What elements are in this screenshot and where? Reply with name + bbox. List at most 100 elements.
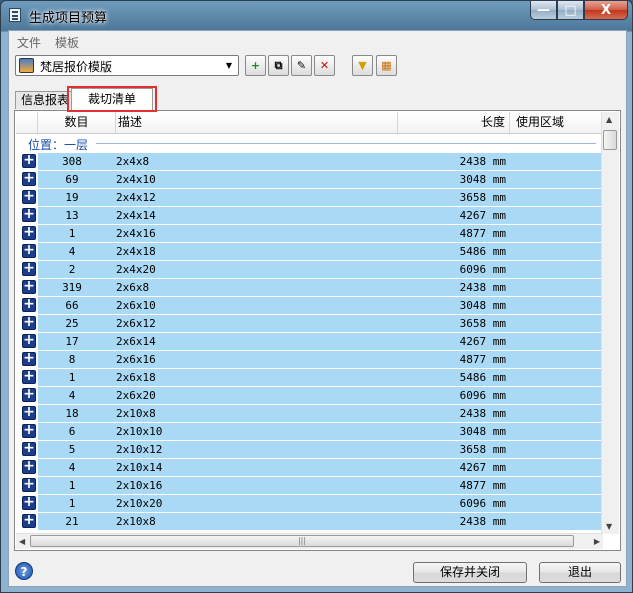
vertical-scrollbar[interactable]: ▲ ▼: [601, 112, 619, 534]
expand-plus-icon[interactable]: +: [22, 261, 36, 276]
row-length: 3658 mm: [459, 191, 506, 204]
row-length: 3658 mm: [459, 317, 506, 330]
expand-plus-icon[interactable]: +: [22, 369, 36, 384]
delete-template-button[interactable]: ✕: [314, 55, 335, 76]
row-length: 3048 mm: [459, 173, 506, 186]
expand-plus-icon[interactable]: +: [22, 279, 36, 294]
window-controls: — □ X: [530, 1, 628, 21]
expand-plus-icon[interactable]: +: [22, 513, 36, 528]
table-row[interactable]: +1 2x10x16 4877 mm: [16, 477, 604, 494]
row-length: 2438 mm: [459, 407, 506, 420]
row-length: 4877 mm: [459, 227, 506, 240]
table-row[interactable]: +25 2x6x12 3658 mm: [16, 315, 604, 332]
save-and-close-button[interactable]: 保存并关闭: [413, 562, 527, 583]
table-row[interactable]: +319 2x6x8 2438 mm: [16, 279, 604, 296]
table-row[interactable]: +1 2x4x16 4877 mm: [16, 225, 604, 242]
horizontal-scrollbar[interactable]: ◀ ||| ▶: [16, 533, 603, 549]
edit-template-button[interactable]: ✎: [291, 55, 312, 76]
expand-plus-icon[interactable]: +: [22, 189, 36, 204]
row-description: 2x4x18: [116, 245, 156, 258]
chevron-down-icon[interactable]: ▼: [222, 58, 236, 73]
expand-plus-icon[interactable]: +: [22, 243, 36, 258]
expand-plus-icon[interactable]: +: [22, 153, 36, 168]
scroll-down-icon[interactable]: ▼: [606, 522, 612, 531]
expand-plus-icon[interactable]: +: [22, 315, 36, 330]
copy-template-button[interactable]: ⧉: [268, 55, 289, 76]
cut-list-grid: 数目 描述 长度 使用区域 位置：一层 +308 2x4x8 2438 mm +69 2…: [16, 112, 604, 536]
table-row[interactable]: +17 2x6x14 4267 mm: [16, 333, 604, 350]
maximize-button[interactable]: □: [557, 1, 584, 20]
tab-info-report[interactable]: 信息报表: [15, 91, 75, 109]
table-row[interactable]: +18 2x10x8 2438 mm: [16, 405, 604, 422]
row-count: 2: [68, 263, 76, 276]
expand-plus-icon[interactable]: +: [22, 333, 36, 348]
expand-plus-icon[interactable]: +: [22, 297, 36, 312]
row-length: 2438 mm: [459, 281, 506, 294]
menu-template[interactable]: 模板: [55, 34, 79, 51]
expand-plus-icon[interactable]: +: [22, 405, 36, 420]
table-row[interactable]: +19 2x4x12 3658 mm: [16, 189, 604, 206]
table-row[interactable]: +6 2x10x10 3048 mm: [16, 423, 604, 440]
expand-plus-icon[interactable]: +: [22, 351, 36, 366]
table-row[interactable]: +13 2x4x14 4267 mm: [16, 207, 604, 224]
row-count: 1: [68, 227, 76, 240]
scroll-left-icon[interactable]: ◀: [19, 537, 25, 546]
scroll-up-icon[interactable]: ▲: [606, 115, 612, 124]
horizontal-scroll-thumb[interactable]: |||: [30, 535, 574, 547]
table-row[interactable]: +4 2x10x14 4267 mm: [16, 459, 604, 476]
table-row[interactable]: +66 2x6x10 3048 mm: [16, 297, 604, 314]
vertical-scroll-thumb[interactable]: [603, 130, 617, 150]
title-bar[interactable]: 生成项目预算 — □ X: [1, 1, 632, 29]
row-length: 4267 mm: [459, 209, 506, 222]
table-row[interactable]: +69 2x4x10 3048 mm: [16, 171, 604, 188]
help-icon[interactable]: ?: [15, 562, 33, 580]
table-row[interactable]: +4 2x4x18 5486 mm: [16, 243, 604, 260]
expand-plus-icon[interactable]: +: [22, 171, 36, 186]
layers-icon: ▦: [381, 59, 392, 72]
row-description: 2x4x14: [116, 209, 156, 222]
table-row[interactable]: +8 2x6x16 4877 mm: [16, 351, 604, 368]
scroll-right-icon[interactable]: ▶: [594, 537, 600, 546]
row-description: 2x6x12: [116, 317, 156, 330]
row-length: 3048 mm: [459, 425, 506, 438]
row-description: 2x4x10: [116, 173, 156, 186]
copy-icon: ⧉: [274, 58, 283, 72]
layers-button[interactable]: ▦: [376, 55, 397, 76]
table-row[interactable]: +5 2x10x12 3658 mm: [16, 441, 604, 458]
row-description: 2x10x8: [116, 515, 156, 528]
row-description: 2x6x20: [116, 389, 156, 402]
expand-plus-icon[interactable]: +: [22, 441, 36, 456]
row-count: 13: [65, 209, 79, 222]
filter-button[interactable]: ▼: [352, 55, 373, 76]
table-row[interactable]: +1 2x6x18 5486 mm: [16, 369, 604, 386]
add-template-button[interactable]: +: [245, 55, 266, 76]
close-button[interactable]: X: [584, 1, 628, 20]
expand-plus-icon[interactable]: +: [22, 459, 36, 474]
header-usage-area[interactable]: 使用区域: [510, 112, 604, 133]
table-row[interactable]: +2 2x4x20 6096 mm: [16, 261, 604, 278]
expand-plus-icon[interactable]: +: [22, 387, 36, 402]
table-row[interactable]: +308 2x4x8 2438 mm: [16, 153, 604, 170]
header-length[interactable]: 长度: [398, 112, 510, 133]
expand-plus-icon[interactable]: +: [22, 477, 36, 492]
table-row[interactable]: +1 2x10x20 6096 mm: [16, 495, 604, 512]
expand-plus-icon[interactable]: +: [22, 423, 36, 438]
row-description: 2x4x8: [116, 155, 150, 168]
row-description: 2x10x16: [116, 479, 163, 492]
row-length: 6096 mm: [459, 263, 506, 276]
expand-plus-icon[interactable]: +: [22, 207, 36, 222]
row-length: 2438 mm: [459, 515, 506, 528]
exit-button[interactable]: 退出: [539, 562, 621, 583]
expand-plus-icon[interactable]: +: [22, 225, 36, 240]
header-description[interactable]: 描述: [116, 112, 398, 133]
expand-plus-icon[interactable]: +: [22, 495, 36, 510]
header-count[interactable]: 数目: [38, 112, 116, 133]
menu-file[interactable]: 文件: [17, 34, 41, 51]
filter-icon: ▼: [358, 59, 367, 72]
table-row[interactable]: +21 2x10x8 2438 mm: [16, 513, 604, 530]
template-select[interactable]: 梵居报价模版 ▼: [15, 55, 239, 76]
group-location: 位置：一层: [16, 134, 604, 152]
minimize-button[interactable]: —: [530, 1, 557, 20]
row-length: 5486 mm: [459, 371, 506, 384]
table-row[interactable]: +4 2x6x20 6096 mm: [16, 387, 604, 404]
